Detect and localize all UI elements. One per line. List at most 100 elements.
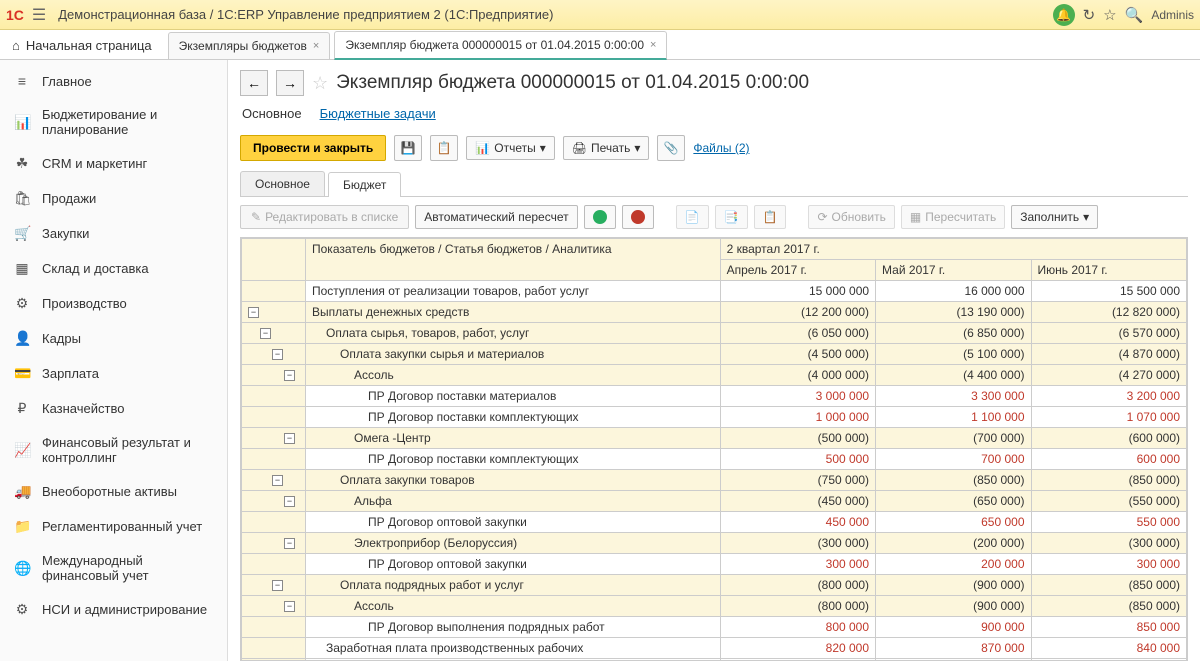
cell-value[interactable]: 550 000 <box>1031 512 1186 533</box>
cell-value[interactable]: (850 000) <box>1031 470 1186 491</box>
cell-value[interactable]: 600 000 <box>1031 449 1186 470</box>
cell-value[interactable]: 870 000 <box>876 638 1031 659</box>
sidebar-item-6[interactable]: ⚙Производство <box>0 286 227 321</box>
cell-value[interactable]: (600 000) <box>1031 428 1186 449</box>
cell-value[interactable]: (5 100 000) <box>876 344 1031 365</box>
cell-value[interactable]: (4 000 000) <box>720 365 875 386</box>
sidebar-item-4[interactable]: 🛒Закупки <box>0 216 227 251</box>
cell-value[interactable]: 1 070 000 <box>1031 407 1186 428</box>
table-row[interactable]: ПР Договор выполнения подрядных работ800… <box>242 617 1187 638</box>
cell-value[interactable]: 840 000 <box>1031 638 1186 659</box>
expander-icon[interactable]: − <box>284 538 295 549</box>
sidebar-item-9[interactable]: ₽Казначейство <box>0 391 227 426</box>
home-tab[interactable]: ⌂ Начальная страница <box>0 32 164 59</box>
history-icon[interactable]: ↻ <box>1083 6 1096 24</box>
expander-icon[interactable]: − <box>284 370 295 381</box>
cell-value[interactable]: 15 000 000 <box>720 281 875 302</box>
cell-value[interactable]: 1 100 000 <box>876 407 1031 428</box>
cell-value[interactable]: (800 000) <box>720 575 875 596</box>
cell-value[interactable]: (750 000) <box>720 470 875 491</box>
table-row[interactable]: Поступления от реализации товаров, работ… <box>242 281 1187 302</box>
table-row[interactable]: −Оплата закупки товаров(750 000)(850 000… <box>242 470 1187 491</box>
table-row[interactable]: −Омега -Центр(500 000)(700 000)(600 000) <box>242 428 1187 449</box>
tab-budget-instances[interactable]: Экземпляры бюджетов × <box>168 32 331 59</box>
cell-value[interactable]: 450 000 <box>720 512 875 533</box>
cell-value[interactable]: 850 000 <box>1031 617 1186 638</box>
budget-grid[interactable]: Показатель бюджетов / Статья бюджетов / … <box>241 238 1187 661</box>
print-dropdown[interactable]: 🖨 Печать ▾ <box>563 136 650 160</box>
table-row[interactable]: −Ассоль(4 000 000)(4 400 000)(4 270 000) <box>242 365 1187 386</box>
sidebar-item-13[interactable]: 🌐Международный финансовый учет <box>0 544 227 592</box>
table-row[interactable]: −Выплаты денежных средств(12 200 000)(13… <box>242 302 1187 323</box>
sidebar-item-2[interactable]: ☘CRM и маркетинг <box>0 146 227 181</box>
search-icon[interactable]: 🔍 <box>1125 6 1144 24</box>
expander-icon[interactable]: − <box>248 307 259 318</box>
expander-icon[interactable]: − <box>272 580 283 591</box>
cell-value[interactable]: 200 000 <box>876 554 1031 575</box>
close-icon[interactable]: × <box>313 40 319 52</box>
cell-value[interactable]: 15 500 000 <box>1031 281 1186 302</box>
cell-value[interactable]: 800 000 <box>720 617 875 638</box>
sidebar-item-10[interactable]: 📈Финансовый результат и контроллинг <box>0 426 227 474</box>
expander-icon[interactable]: − <box>284 433 295 444</box>
cell-value[interactable]: 700 000 <box>876 449 1031 470</box>
tab-budget-instance-15[interactable]: Экземпляр бюджета 000000015 от 01.04.201… <box>334 31 667 60</box>
table-row[interactable]: Заработная плата производственных рабочи… <box>242 638 1187 659</box>
cell-value[interactable]: (4 400 000) <box>876 365 1031 386</box>
sidebar-item-11[interactable]: 🚚Внеоборотные активы <box>0 474 227 509</box>
cell-value[interactable]: 900 000 <box>876 617 1031 638</box>
expander-icon[interactable]: − <box>272 349 283 360</box>
cell-value[interactable]: 500 000 <box>720 449 875 470</box>
post-and-close-button[interactable]: Провести и закрыть <box>240 135 386 161</box>
user-label[interactable]: Adminis <box>1151 8 1194 22</box>
cell-value[interactable]: (850 000) <box>1031 596 1186 617</box>
cell-value[interactable]: (4 870 000) <box>1031 344 1186 365</box>
table-row[interactable]: −Электроприбор (Белоруссия)(300 000)(200… <box>242 533 1187 554</box>
sidebar-item-7[interactable]: 👤Кадры <box>0 321 227 356</box>
cell-value[interactable]: 1 000 000 <box>720 407 875 428</box>
post-button[interactable]: 📋 <box>430 135 458 161</box>
table-row[interactable]: ПР Договор поставки материалов3 000 0003… <box>242 386 1187 407</box>
cell-value[interactable]: (6 050 000) <box>720 323 875 344</box>
auto-recalc-button[interactable]: Автоматический пересчет <box>415 205 577 229</box>
cell-value[interactable]: (450 000) <box>720 491 875 512</box>
table-row[interactable]: −Оплата сырья, товаров, работ, услуг(6 0… <box>242 323 1187 344</box>
sidebar-item-12[interactable]: 📁Регламентированный учет <box>0 509 227 544</box>
cell-value[interactable]: (550 000) <box>1031 491 1186 512</box>
back-button[interactable]: ← <box>240 70 268 96</box>
table-row[interactable]: ПР Договор оптовой закупки300 000200 000… <box>242 554 1187 575</box>
sidebar-item-3[interactable]: 🛍Продажи <box>0 181 227 216</box>
green-action-button[interactable] <box>584 205 616 229</box>
cell-value[interactable]: 820 000 <box>720 638 875 659</box>
table-row[interactable]: −Оплата подрядных работ и услуг(800 000)… <box>242 575 1187 596</box>
menu-icon[interactable]: ☰ <box>32 5 46 25</box>
table-row[interactable]: ПР Договор поставки комплектующих500 000… <box>242 449 1187 470</box>
sidebar-item-1[interactable]: 📊Бюджетирование и планирование <box>0 98 227 146</box>
expander-icon[interactable]: − <box>284 601 295 612</box>
cell-value[interactable]: (12 820 000) <box>1031 302 1186 323</box>
cell-value[interactable]: (300 000) <box>720 533 875 554</box>
cell-value[interactable]: (900 000) <box>876 575 1031 596</box>
table-row[interactable]: ПР Договор оптовой закупки450 000650 000… <box>242 512 1187 533</box>
cell-value[interactable]: 3 300 000 <box>876 386 1031 407</box>
sidebar-item-0[interactable]: ≡Главное <box>0 64 227 98</box>
attach-button[interactable]: 📎 <box>657 135 685 161</box>
bell-icon[interactable]: 🔔 <box>1053 4 1075 26</box>
cell-value[interactable]: (850 000) <box>1031 575 1186 596</box>
cell-value[interactable]: (200 000) <box>876 533 1031 554</box>
favorite-icon[interactable]: ☆ <box>1103 6 1116 24</box>
sidebar-item-5[interactable]: ▦Склад и доставка <box>0 251 227 286</box>
cell-value[interactable]: (13 190 000) <box>876 302 1031 323</box>
table-row[interactable]: −Ассоль(800 000)(900 000)(850 000) <box>242 596 1187 617</box>
star-icon[interactable]: ☆ <box>312 73 328 94</box>
expander-icon[interactable]: − <box>284 496 295 507</box>
close-icon[interactable]: × <box>650 39 656 51</box>
inner-tab-main[interactable]: Основное <box>240 171 325 196</box>
table-row[interactable]: −Оплата закупки сырья и материалов(4 500… <box>242 344 1187 365</box>
cell-value[interactable]: (6 850 000) <box>876 323 1031 344</box>
sidebar-item-8[interactable]: 💳Зарплата <box>0 356 227 391</box>
cell-value[interactable]: 3 200 000 <box>1031 386 1186 407</box>
inner-tab-budget[interactable]: Бюджет <box>328 172 401 197</box>
reports-dropdown[interactable]: 📊 Отчеты ▾ <box>466 136 554 160</box>
cell-value[interactable]: (800 000) <box>720 596 875 617</box>
